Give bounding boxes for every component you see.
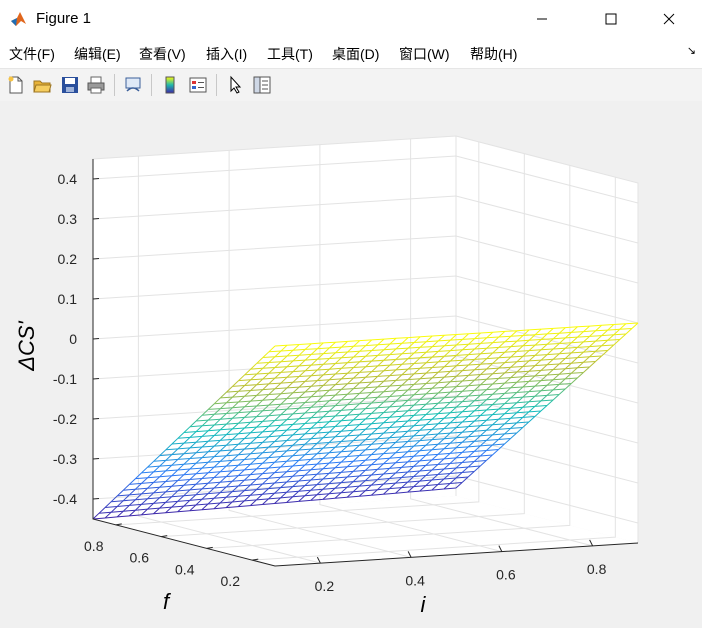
link-plot-icon	[125, 77, 141, 92]
maximize-button[interactable]	[588, 0, 634, 38]
x-axis-label: i	[421, 592, 427, 617]
legend-button[interactable]	[186, 73, 210, 97]
z-tick	[92, 258, 100, 260]
z-tick-label: 0.4	[58, 171, 78, 187]
save-button[interactable]	[58, 73, 82, 97]
window-title: Figure 1	[36, 10, 92, 27]
print-icon	[87, 76, 105, 94]
minimize-button[interactable]	[519, 0, 565, 38]
mesh-segment	[468, 332, 481, 335]
new-figure-icon	[8, 76, 23, 94]
mesh-segment	[595, 329, 608, 332]
new-figure-button[interactable]	[4, 73, 28, 97]
mesh-segment	[522, 344, 536, 347]
z-tick-label: -0.2	[53, 411, 77, 427]
z-tick	[92, 338, 100, 340]
z-tick	[92, 418, 100, 420]
z-tick	[92, 178, 100, 180]
menu-edit[interactable]: 编辑(E)	[74, 44, 121, 64]
close-button[interactable]	[646, 0, 692, 38]
maximize-icon	[605, 13, 617, 25]
mesh-segment	[323, 341, 336, 344]
mesh-segment	[420, 346, 433, 348]
x-tick-label: 0.2	[315, 578, 335, 594]
toolbar-separator	[114, 74, 115, 96]
y-axis-label: f	[163, 589, 172, 614]
menu-insert[interactable]: 插入(I)	[206, 44, 247, 64]
z-tick	[92, 378, 100, 380]
surface-plot[interactable]: -0.4 -0.3 -0.2 -0.1 0 0.1 0.2 0.3 0.4 0.2 0.4 0.6 0.…	[0, 101, 702, 628]
mesh-segment	[274, 355, 288, 358]
mesh-segment	[577, 325, 590, 328]
z-tick-label: -0.3	[53, 451, 77, 467]
z-tick-label: 0	[69, 331, 77, 347]
menu-window[interactable]: 窗口(W)	[399, 44, 450, 64]
toolbar-separator	[151, 74, 152, 96]
mesh-segment	[359, 339, 372, 342]
legend-icon	[189, 77, 207, 93]
link-plot-button[interactable]	[121, 73, 145, 97]
pointer-icon	[230, 75, 242, 94]
mesh-segment	[613, 323, 626, 325]
z-tick	[92, 498, 100, 500]
x-tick-label: 0.6	[496, 567, 516, 583]
print-button[interactable]	[84, 73, 108, 97]
mesh-segment	[353, 345, 366, 347]
mesh-segment	[395, 337, 409, 339]
save-icon	[62, 77, 78, 93]
menu-file[interactable]: 文件(F)	[9, 44, 55, 64]
mesh-segment	[498, 335, 511, 338]
y-tick-label: 0.6	[130, 550, 150, 566]
z-tick	[92, 298, 100, 300]
mesh-segment	[287, 344, 300, 346]
mesh-segment	[547, 332, 560, 335]
property-inspector-button[interactable]	[250, 73, 274, 97]
mesh-segment	[305, 348, 318, 350]
mesh-segment	[541, 327, 554, 330]
matlab-icon	[11, 12, 26, 26]
dock-arrow-icon[interactable]: ↘	[687, 44, 696, 57]
menu-view[interactable]: 查看(V)	[139, 44, 186, 64]
mesh-segment	[347, 350, 360, 353]
colorbar-icon	[165, 76, 175, 94]
open-file-button[interactable]	[30, 73, 54, 97]
z-tick-label: 0.1	[58, 291, 78, 307]
mesh-segment	[504, 330, 518, 332]
mesh-segment	[504, 340, 518, 343]
z-tick	[92, 458, 100, 460]
menu-desktop[interactable]: 桌面(D)	[332, 44, 379, 64]
x-tick-label: 0.8	[587, 561, 607, 577]
mesh-segment	[450, 338, 463, 341]
figure-toolbar	[0, 68, 702, 102]
menu-bar: 文件(F) 编辑(E) 查看(V) 插入(I) 工具(T) 桌面(D) 窗口(W…	[0, 38, 702, 66]
y-tick-label: 0.2	[221, 573, 241, 589]
mesh-segment	[577, 335, 590, 338]
z-tick-label: 0.3	[58, 211, 78, 227]
z-tick-label: -0.1	[53, 371, 77, 387]
toolbar-separator	[216, 74, 217, 96]
mesh-segment	[432, 334, 445, 337]
mesh-segment	[401, 342, 415, 344]
colorbar-button[interactable]	[158, 73, 182, 97]
z-tick-label: 0.2	[58, 251, 78, 267]
property-inspector-icon	[253, 76, 271, 94]
minimize-icon	[537, 18, 547, 20]
close-icon	[663, 13, 675, 25]
figure-canvas: -0.4 -0.3 -0.2 -0.1 0 0.1 0.2 0.3 0.4 0.2 0.4 0.6 0.…	[0, 101, 702, 628]
menu-help[interactable]: 帮助(H)	[470, 44, 517, 64]
menu-tools[interactable]: 工具(T)	[267, 44, 313, 64]
z-axis-label: ΔCS'	[14, 320, 39, 371]
x-tick-label: 0.4	[405, 572, 425, 588]
open-file-icon	[33, 80, 52, 93]
y-tick-label: 0.8	[84, 538, 104, 554]
mesh-segment	[341, 356, 354, 359]
window-titlebar: Figure 1	[0, 0, 702, 38]
z-tick-label: -0.4	[53, 491, 77, 507]
y-tick-label: 0.4	[175, 561, 195, 577]
z-tick	[92, 218, 100, 220]
pointer-button[interactable]	[223, 73, 247, 97]
